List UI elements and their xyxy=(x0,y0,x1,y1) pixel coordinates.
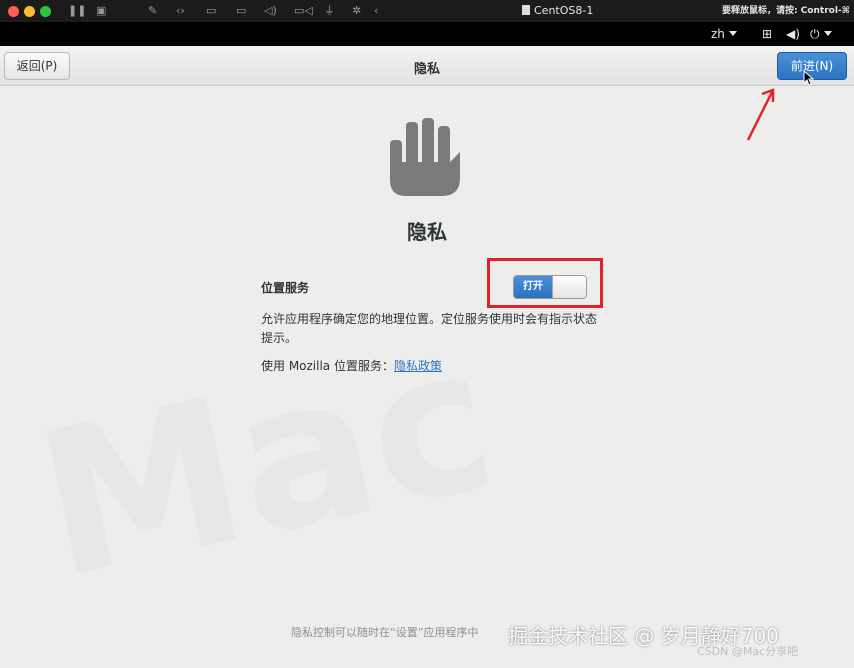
mozilla-prefix: 使用 Mozilla 位置服务： xyxy=(261,359,394,373)
mozilla-line: 使用 Mozilla 位置服务：隐私政策 xyxy=(261,357,442,374)
audio-icon[interactable]: ◁) xyxy=(264,3,277,19)
language-menu[interactable]: zh xyxy=(711,26,737,42)
vm-title: CentOS8-1 xyxy=(522,3,593,19)
zoom-window-button[interactable] xyxy=(40,6,51,17)
release-mouse-hint: 要释放鼠标，请按: Control-⌘ xyxy=(721,6,850,16)
footer-note: 隐私控制可以随时在“设置”应用程序中 xyxy=(291,626,479,639)
hand-icon xyxy=(390,118,460,196)
vm-titlebar: ❚❚ ▣ ✎ ‹› ▭ ▭ ◁) ▭◁ ⏚ ✲ ‹ CentOS8-1 要释放鼠… xyxy=(0,0,854,22)
wrench-icon[interactable]: ✎ xyxy=(148,3,157,19)
privacy-policy-link[interactable]: 隐私政策 xyxy=(394,359,442,373)
annotation-highlight-box xyxy=(487,258,603,308)
close-window-button[interactable] xyxy=(8,6,19,17)
location-services-label: 位置服务 xyxy=(261,281,310,295)
disk-icon[interactable]: ▭ xyxy=(206,3,216,19)
watermark-small: CSDN @Mac分享吧 xyxy=(697,645,799,658)
power-icon: ⏻ xyxy=(810,27,820,41)
setup-window: Mac 返回(P) 隐私 前进(N) 隐私 位置服务 打开 允许应用程序确定您的… xyxy=(0,46,854,668)
volume-icon[interactable]: ◀) xyxy=(786,26,800,42)
chevron-down-icon xyxy=(823,31,832,36)
code-icon[interactable]: ‹› xyxy=(176,3,185,19)
page-title: 隐私 xyxy=(407,220,447,244)
header-title: 隐私 xyxy=(413,62,440,77)
network-icon[interactable]: ⊞ xyxy=(762,26,772,42)
usb-icon[interactable]: ⏚ xyxy=(324,3,335,19)
background-watermark: Mac xyxy=(21,302,512,624)
snapshot-icon[interactable]: ▣ xyxy=(96,3,106,19)
back-icon[interactable]: ‹ xyxy=(374,3,378,19)
minimize-window-button[interactable] xyxy=(24,6,35,17)
chevron-down-icon xyxy=(728,31,737,36)
headerbar: 返回(P) 隐私 前进(N) xyxy=(0,46,854,86)
disk-2-icon[interactable]: ▭ xyxy=(236,3,246,19)
document-icon xyxy=(522,5,530,15)
annotation-arrow-icon xyxy=(746,88,775,141)
pause-icon[interactable]: ❚❚ xyxy=(68,3,86,19)
mouse-cursor-icon xyxy=(803,70,815,86)
power-menu[interactable]: ⏻ xyxy=(810,26,832,42)
location-description: 允许应用程序确定您的地理位置。定位服务使用时会有指示状态提示。 xyxy=(261,312,598,345)
gnome-top-bar: zh ⊞ ◀) ⏻ xyxy=(0,22,854,46)
camera-icon[interactable]: ▭◁ xyxy=(294,3,313,19)
share-icon[interactable]: ✲ xyxy=(352,3,361,19)
